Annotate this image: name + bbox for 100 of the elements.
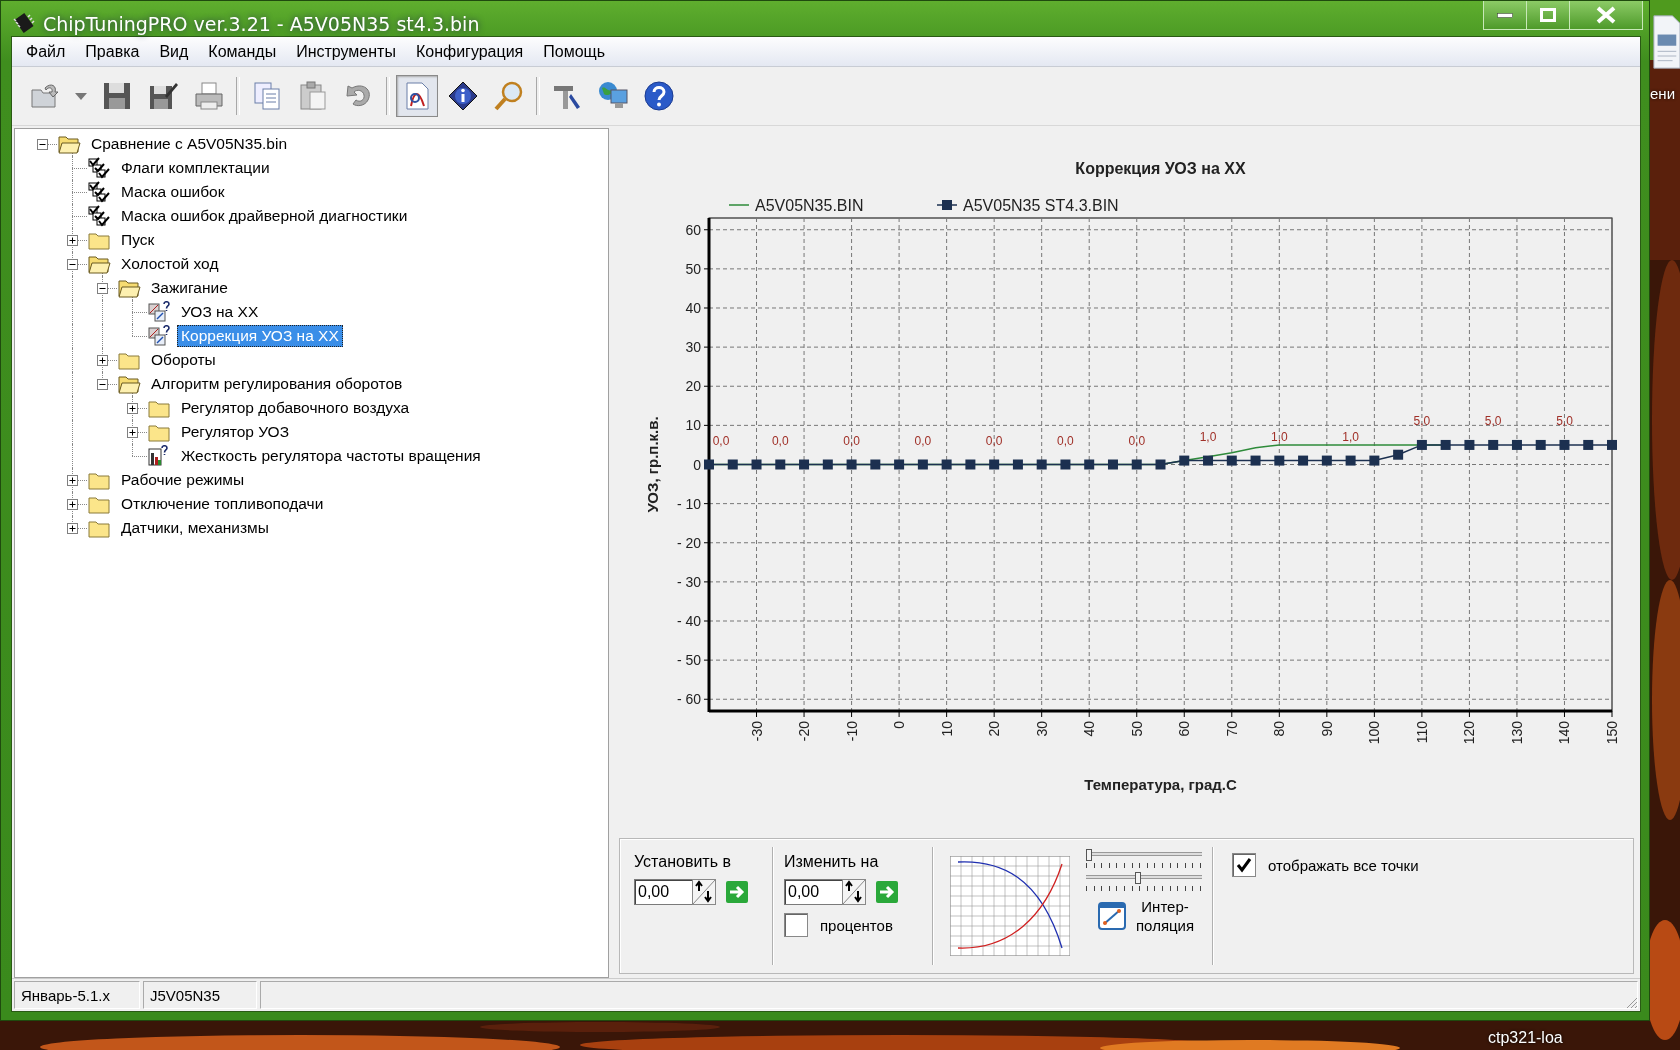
tree-item[interactable]: Флаги комплектации <box>117 157 274 179</box>
checklist-icon <box>87 181 111 203</box>
open-folder-icon <box>57 133 81 155</box>
y-tick-label: - 10 <box>676 495 701 512</box>
show-all-points-checkbox[interactable] <box>1232 853 1256 877</box>
menu-item[interactable]: Команды <box>198 42 287 61</box>
data-point <box>1511 439 1522 450</box>
data-point <box>1345 455 1356 466</box>
close-icon <box>1596 6 1616 24</box>
expander-button[interactable] <box>97 379 108 390</box>
y-tick-label: - 50 <box>676 652 701 669</box>
expander-button[interactable] <box>127 403 138 414</box>
menu-item[interactable]: Помощь <box>533 42 616 61</box>
table-icon <box>147 325 171 347</box>
set-value-field[interactable]: 0,00 <box>634 879 692 905</box>
value-label: 0,0 <box>985 433 1003 448</box>
x-axis-label: Температура, град.С <box>1084 776 1237 793</box>
toolbar-button[interactable] <box>396 75 438 117</box>
x-tick-label: 10 <box>938 721 955 737</box>
data-point <box>1131 459 1142 470</box>
y-tick-label: - 60 <box>676 691 701 708</box>
expander-button[interactable] <box>97 283 108 294</box>
data-point <box>1226 455 1237 466</box>
tree-item[interactable]: Отключение топливоподачи <box>117 493 328 515</box>
interpolation-icon <box>1098 902 1126 930</box>
percent-checkbox[interactable] <box>784 913 808 937</box>
x-tick-label: 90 <box>1318 721 1335 737</box>
expander-button[interactable] <box>67 259 78 270</box>
tree-item[interactable]: Алгоритм регулирования оборотов <box>147 373 407 395</box>
search-icon <box>493 80 525 112</box>
tree-item[interactable]: УОЗ на XX <box>177 301 263 323</box>
change-value-field[interactable]: 0,00 <box>784 879 842 905</box>
expander-button[interactable] <box>67 499 78 510</box>
y-tick-label: - 30 <box>676 573 701 590</box>
minimize-button[interactable] <box>1484 1 1527 29</box>
value-label: 5,0 <box>1484 413 1502 428</box>
tree-item[interactable]: Рабочие режимы <box>117 469 249 491</box>
show-all-points-label: отображать все точки <box>1268 856 1419 874</box>
save-icon <box>101 80 133 112</box>
paste-icon <box>297 80 329 112</box>
spin-icon[interactable] <box>842 879 866 905</box>
value-label: 0,0 <box>1128 433 1146 448</box>
x-tick-label: 80 <box>1271 721 1288 737</box>
change-by-label: Изменить на <box>784 853 880 871</box>
x-tick-label: 30 <box>1033 721 1050 737</box>
menu-item[interactable]: Файл <box>16 42 76 61</box>
data-point <box>870 459 881 470</box>
expander-button[interactable] <box>127 427 138 438</box>
legend-label: A5V05N35.BIN <box>755 197 864 214</box>
resize-grip-icon[interactable] <box>1624 995 1638 1009</box>
tree-item[interactable]: Сравнение с A5V05N35.bin <box>87 133 291 155</box>
expander-button[interactable] <box>67 523 78 534</box>
info-icon <box>447 80 479 112</box>
data-point <box>1559 439 1570 450</box>
value-label: 5,0 <box>1556 413 1573 428</box>
tree-item[interactable]: Зажигание <box>147 277 232 299</box>
data-point <box>775 459 786 470</box>
bar-chart-icon <box>147 445 171 467</box>
apply-button[interactable] <box>726 881 748 903</box>
menu-item[interactable]: Конфигурация <box>405 42 534 61</box>
data-point <box>1203 455 1214 466</box>
data-point <box>1274 455 1285 466</box>
x-tick-label: 70 <box>1223 721 1240 737</box>
expander-button[interactable] <box>97 355 108 366</box>
data-point <box>1416 439 1427 450</box>
menu-item[interactable]: Правка <box>75 42 150 61</box>
x-tick-label: -20 <box>796 721 813 742</box>
data-point <box>1036 459 1047 470</box>
menu-item[interactable]: Вид <box>149 42 199 61</box>
tree-item[interactable]: Датчики, механизмы <box>117 517 273 539</box>
data-point <box>1488 439 1499 450</box>
spin-icon[interactable] <box>692 879 716 905</box>
maximize-button[interactable] <box>1527 1 1570 29</box>
status-panel: J5V05N35 <box>143 981 257 1009</box>
percent-label: процентов <box>820 916 893 934</box>
slider-thumb[interactable] <box>1135 872 1142 884</box>
curve-preview-drawing[interactable] <box>950 856 1070 956</box>
tree-item[interactable]: Обороты <box>147 349 220 371</box>
data-point <box>1250 455 1261 466</box>
expander-button[interactable] <box>67 475 78 486</box>
data-point <box>751 459 762 470</box>
data-point <box>965 459 976 470</box>
open-folder-icon <box>117 277 141 299</box>
tree-item[interactable]: Маска ошибок <box>117 181 229 203</box>
tree-item[interactable]: Жесткость регулятора частоты вращения <box>177 445 485 467</box>
tree-item[interactable]: Регулятор УОЗ <box>177 421 293 443</box>
menu-item[interactable]: Инструменты <box>286 42 406 61</box>
legend-line <box>728 204 750 206</box>
apply-button[interactable] <box>876 881 898 903</box>
tree-item[interactable]: Маска ошибок драйверной диагностики <box>117 205 412 227</box>
data-point <box>727 459 738 470</box>
expander-button[interactable] <box>67 235 78 246</box>
slider-thumb[interactable] <box>1086 849 1093 861</box>
tree-item[interactable]: Холостой ход <box>117 253 223 275</box>
desktop-icon-label[interactable]: ctp321-loa <box>1488 1029 1563 1047</box>
tree-item[interactable]: Пуск <box>117 229 159 251</box>
close-button[interactable] <box>1570 1 1642 29</box>
interpolation-button[interactable]: Интер- поляция <box>1086 895 1202 935</box>
tree-item[interactable]: Регулятор добавочного воздуха <box>177 397 414 419</box>
expander-button[interactable] <box>37 139 48 150</box>
